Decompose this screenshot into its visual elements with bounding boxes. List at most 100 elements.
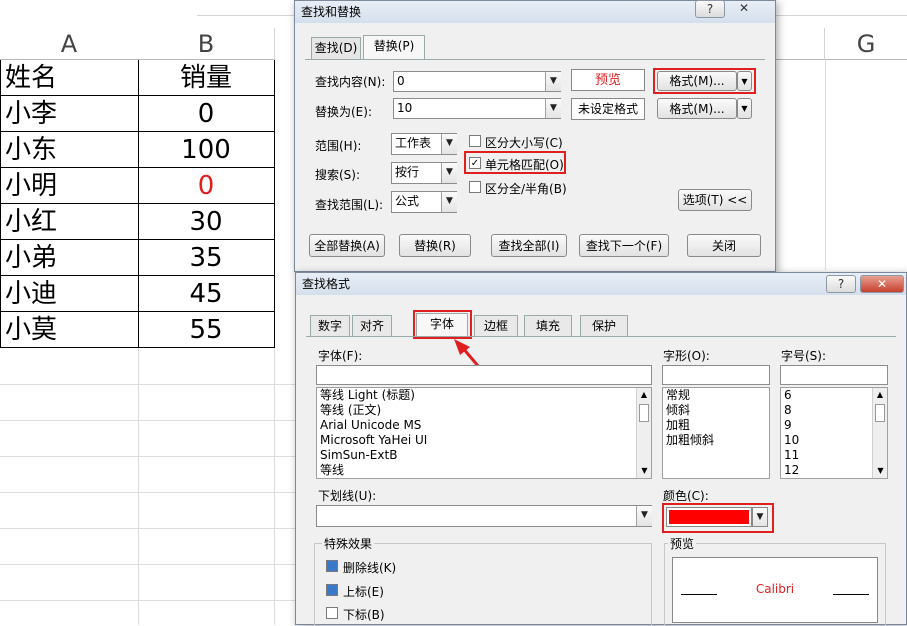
close-icon[interactable]: ✕ (729, 0, 759, 18)
format-button-replace[interactable]: 格式(M)... (657, 98, 737, 119)
font-list[interactable]: 等线 Light (标题) 等线 (正文) Arial Unicode MS M… (316, 387, 652, 479)
grid-line (0, 528, 295, 529)
underline-select[interactable] (316, 505, 652, 527)
chevron-down-icon[interactable]: ▼ (752, 507, 768, 527)
replace-input[interactable]: 10 (393, 98, 561, 119)
font-input[interactable] (316, 365, 652, 385)
chevron-down-icon[interactable]: ▼ (737, 98, 752, 119)
style-item[interactable]: 加粗 (663, 418, 769, 433)
size-list[interactable]: 6 8 9 10 11 12 ▲ ▼ (780, 387, 888, 479)
tab-find[interactable]: 查找(D) (311, 37, 361, 59)
within-label: 范围(H): (315, 139, 362, 153)
chevron-down-icon[interactable]: ▼ (441, 134, 457, 154)
grid-line (138, 348, 139, 625)
cell-name[interactable]: 小莫 (0, 312, 139, 348)
column-header-g[interactable]: G (825, 28, 907, 60)
column-header-a[interactable]: A (0, 28, 139, 60)
replace-value: 10 (397, 101, 413, 115)
find-replace-dialog: 查找和替换 ? ✕ 查找(D) 替换(P) 查找内容(N): 0 ▼ 预览 格式… (294, 0, 776, 272)
match-cell-checkbox[interactable]: ✓ (469, 157, 481, 169)
grid-line (274, 348, 275, 625)
style-item[interactable]: 倾斜 (663, 403, 769, 418)
tab-protection[interactable]: 保护 (580, 315, 628, 337)
cell-name[interactable]: 小李 (0, 96, 139, 132)
tab-border[interactable]: 边框 (474, 315, 518, 337)
search-value: 按行 (395, 165, 420, 179)
tab-number[interactable]: 数字 (310, 315, 350, 337)
search-label: 搜索(S): (315, 168, 361, 182)
grid-line (825, 60, 826, 270)
subscript-label: 下标(B) (343, 608, 385, 622)
cell-sales[interactable]: 30 (138, 204, 275, 240)
font-item[interactable]: SimSun-ExtB (317, 448, 651, 463)
chevron-down-icon[interactable]: ▼ (545, 99, 561, 118)
find-all-button[interactable]: 查找全部(I) (491, 234, 567, 257)
font-item[interactable]: 等线 (正文) (317, 403, 651, 418)
format-not-set: 未设定格式 (571, 98, 645, 120)
match-case-checkbox[interactable] (469, 135, 481, 147)
find-label: 查找内容(N): (315, 75, 386, 89)
font-item[interactable]: Arial Unicode MS (317, 418, 651, 433)
color-label: 颜色(C): (663, 489, 709, 503)
cell-sales-red[interactable]: 0 (138, 168, 275, 204)
close-button[interactable]: 关闭 (687, 234, 761, 257)
help-button[interactable]: ? (826, 275, 856, 293)
strike-checkbox[interactable] (326, 560, 338, 572)
dialog-title: 查找格式 (302, 277, 351, 291)
style-item[interactable]: 加粗倾斜 (663, 433, 769, 448)
find-input[interactable]: 0 (393, 71, 561, 92)
font-item[interactable]: 等线 Light (标题) (317, 388, 651, 403)
chevron-down-icon[interactable]: ▼ (441, 163, 457, 183)
cell-name[interactable]: 小迪 (0, 276, 139, 312)
style-list[interactable]: 常规 倾斜 加粗 加粗倾斜 (662, 387, 770, 479)
chevron-down-icon[interactable]: ▼ (737, 71, 752, 91)
format-button-find[interactable]: 格式(M)... (657, 71, 737, 91)
match-case-label: 区分大小写(C) (485, 136, 563, 150)
grid-line (0, 600, 295, 601)
cell-b1[interactable]: 销量 (138, 60, 275, 96)
column-header-f[interactable] (775, 28, 825, 60)
find-next-button[interactable]: 查找下一个(F) (579, 234, 669, 257)
replace-button[interactable]: 替换(R) (399, 234, 471, 257)
help-button[interactable]: ? (695, 0, 725, 18)
find-format-titlebar[interactable]: 查找格式 (296, 273, 906, 295)
color-picker[interactable] (666, 507, 752, 527)
column-header-b[interactable]: B (138, 28, 275, 60)
tab-replace[interactable]: 替换(P) (363, 35, 425, 60)
cell-name[interactable]: 小明 (0, 168, 139, 204)
font-list-scrollbar[interactable]: ▲ ▼ (636, 388, 651, 478)
cell-sales[interactable]: 45 (138, 276, 275, 312)
style-input[interactable] (662, 365, 770, 385)
options-button[interactable]: 选项(T) << (678, 189, 752, 211)
find-value: 0 (397, 74, 405, 88)
cell-sales[interactable]: 55 (138, 312, 275, 348)
preview-box: Calibri (672, 557, 878, 623)
chevron-down-icon[interactable]: ▼ (545, 72, 561, 91)
tab-divider (306, 336, 896, 337)
grid-line (0, 492, 295, 493)
font-item[interactable]: Microsoft YaHei UI (317, 433, 651, 448)
cell-sales[interactable]: 0 (138, 96, 275, 132)
cell-sales[interactable]: 35 (138, 240, 275, 276)
chevron-down-icon[interactable]: ▼ (636, 506, 652, 526)
font-item[interactable]: 等线 (317, 463, 651, 478)
lookin-value: 公式 (395, 194, 420, 208)
effects-label: 特殊效果 (322, 535, 375, 552)
cell-name[interactable]: 小东 (0, 132, 139, 168)
tab-fill[interactable]: 填充 (524, 315, 572, 337)
chevron-down-icon[interactable]: ▼ (441, 192, 457, 212)
size-list-scrollbar[interactable]: ▲ ▼ (872, 388, 887, 478)
cell-name[interactable]: 小红 (0, 204, 139, 240)
replace-all-button[interactable]: 全部替换(A) (309, 234, 385, 257)
subscript-checkbox[interactable] (326, 607, 338, 619)
close-icon[interactable]: ✕ (860, 275, 904, 293)
cell-sales[interactable]: 100 (138, 132, 275, 168)
size-input[interactable] (780, 365, 888, 385)
superscript-checkbox[interactable] (326, 584, 338, 596)
cell-name[interactable]: 小弟 (0, 240, 139, 276)
style-item[interactable]: 常规 (663, 388, 769, 403)
tab-alignment[interactable]: 对齐 (352, 315, 392, 337)
match-width-checkbox[interactable] (469, 181, 481, 193)
superscript-label: 上标(E) (343, 585, 384, 599)
cell-a1[interactable]: 姓名 (0, 60, 139, 96)
